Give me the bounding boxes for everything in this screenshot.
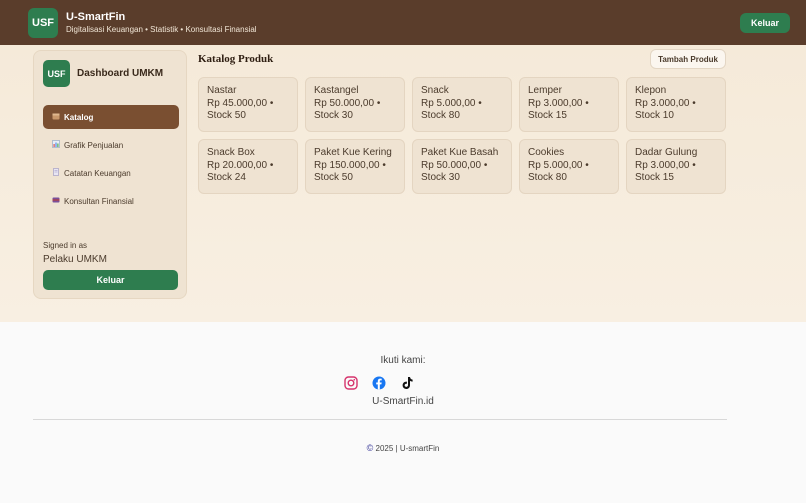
product-card[interactable]: Cookies Rp 5.000,00 • Stock 80 — [519, 139, 619, 194]
product-meta: Rp 20.000,00 • Stock 24 — [207, 159, 274, 184]
product-card[interactable]: Dadar Gulung Rp 3.000,00 • Stock 15 — [626, 139, 726, 194]
sidebar-item-label: Katalog — [64, 112, 94, 122]
sidebar-item-katalog[interactable]: Katalog — [43, 105, 179, 129]
main-area: USF Dashboard UMKM Katalog Grafik Penjua… — [0, 45, 806, 322]
sidebar-title: Dashboard UMKM — [77, 68, 164, 79]
top-navbar: USF U-SmartFin Digitalisasi Keuangan • S… — [0, 0, 806, 45]
product-name: Klepon — [635, 85, 667, 96]
social-links — [343, 375, 415, 391]
product-meta: Rp 50.000,00 • Stock 30 — [314, 97, 381, 122]
footer-divider — [33, 419, 727, 420]
copyright-icon: © — [366, 443, 374, 453]
chart-icon — [51, 140, 61, 150]
product-card[interactable]: Paket Kue Kering Rp 150.000,00 • Stock 50 — [305, 139, 405, 194]
sidebar-item-konsultan-finansial[interactable]: Konsultan Finansial — [43, 189, 179, 213]
brand-title: U-SmartFin — [66, 11, 126, 23]
product-name: Lemper — [528, 85, 562, 96]
follow-label: Ikuti kami: — [380, 355, 426, 366]
sidebar: USF Dashboard UMKM Katalog Grafik Penjua… — [33, 50, 187, 299]
sidebar-logout-button[interactable]: Keluar — [43, 270, 178, 290]
copyright: © 2025 | U-smartFin — [0, 443, 806, 453]
brand-logo: USF — [28, 7, 58, 38]
product-name: Snack Box — [207, 147, 255, 158]
copyright-text: 2025 | U-smartFin — [375, 444, 440, 453]
tiktok-icon[interactable] — [399, 375, 415, 391]
footer: Ikuti kami: U-SmartFin.id © 2025 | U-sma… — [0, 322, 806, 503]
product-meta: Rp 50.000,00 • Stock 30 — [421, 159, 488, 184]
facebook-icon[interactable] — [371, 375, 387, 391]
product-card[interactable]: Lemper Rp 3.000,00 • Stock 15 — [519, 77, 619, 132]
product-name: Paket Kue Kering — [314, 147, 392, 158]
product-meta: Rp 3.000,00 • Stock 15 — [528, 97, 589, 122]
box-icon — [51, 112, 61, 122]
product-card[interactable]: Klepon Rp 3.000,00 • Stock 10 — [626, 77, 726, 132]
product-card[interactable]: Paket Kue Basah Rp 50.000,00 • Stock 30 — [412, 139, 512, 194]
add-product-button[interactable]: Tambah Produk — [650, 49, 726, 69]
note-icon — [51, 168, 61, 178]
product-grid: Nastar Rp 45.000,00 • Stock 50 Kastangel R… — [198, 77, 728, 194]
product-meta: Rp 3.000,00 • Stock 10 — [635, 97, 696, 122]
product-name: Cookies — [528, 147, 565, 158]
product-meta: Rp 5.000,00 • Stock 80 — [528, 159, 589, 184]
product-name: Paket Kue Basah — [421, 147, 499, 158]
product-card[interactable]: Snack Rp 5.000,00 • Stock 80 — [412, 77, 512, 132]
product-meta: Rp 150.000,00 • Stock 50 — [314, 159, 386, 184]
sidebar-item-label: Konsultan Finansial — [64, 196, 134, 206]
site-name: U-SmartFin.id — [372, 396, 434, 407]
signed-in-label: Signed in as — [43, 241, 88, 250]
brand-text: U-SmartFin Digitalisasi Keuangan • Stati… — [66, 11, 257, 34]
consultant-icon — [51, 196, 61, 206]
product-name: Snack — [421, 85, 449, 96]
product-meta: Rp 3.000,00 • Stock 15 — [635, 159, 696, 184]
product-card[interactable]: Nastar Rp 45.000,00 • Stock 50 — [198, 77, 298, 132]
product-card[interactable]: Snack Box Rp 20.000,00 • Stock 24 — [198, 139, 298, 194]
sidebar-logo: USF — [43, 60, 70, 87]
sidebar-header: USF Dashboard UMKM — [43, 60, 163, 87]
product-name: Kastangel — [314, 85, 359, 96]
product-name: Nastar — [207, 85, 237, 96]
sidebar-item-catatan-keuangan[interactable]: Catatan Keuangan — [43, 161, 179, 185]
product-meta: Rp 45.000,00 • Stock 50 — [207, 97, 274, 122]
product-name: Dadar Gulung — [635, 147, 698, 158]
header-logout-button[interactable]: Keluar — [739, 13, 790, 33]
sidebar-item-grafik-penjualan[interactable]: Grafik Penjualan — [43, 133, 179, 157]
sidebar-item-label: Catatan Keuangan — [64, 168, 131, 178]
product-card[interactable]: Kastangel Rp 50.000,00 • Stock 30 — [305, 77, 405, 132]
page-title: Katalog Produk — [198, 53, 274, 65]
brand-subtitle: Digitalisasi Keuangan • Statistik • Kons… — [66, 25, 257, 34]
product-meta: Rp 5.000,00 • Stock 80 — [421, 97, 482, 122]
signed-in-user: Pelaku UMKM — [43, 254, 107, 265]
instagram-icon[interactable] — [343, 375, 359, 391]
sidebar-nav: Katalog Grafik Penjualan Catatan Keuanga… — [43, 105, 179, 217]
sidebar-item-label: Grafik Penjualan — [64, 140, 124, 150]
